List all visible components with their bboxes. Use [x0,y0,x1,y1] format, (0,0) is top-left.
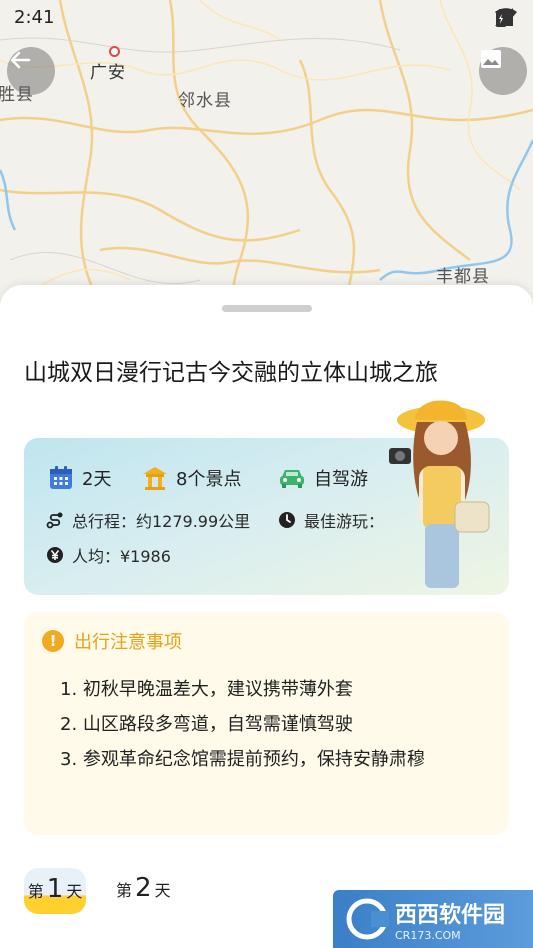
map-label-guangan: 广安 [90,63,126,83]
notice-heading: ! 出行注意事项 [42,628,182,654]
days-stat: 2天 [48,465,111,491]
map-view[interactable]: 2:41 广安 邻水县 丰都县 胜县 [0,0,533,320]
yen-icon [47,547,63,563]
warning-icon: ! [42,630,64,652]
traveler-illustration [389,400,490,588]
best-time-value: 最佳游玩： [304,512,385,531]
battery-icon [496,9,506,27]
trip-summary-card: 2天 8个景点 自驾游 总行程：约1279.99公里 最佳游玩： 人均：¥198… [24,400,509,595]
watermark-subtext: CR173.COM [395,928,461,942]
tab-day-number: 1 [46,874,64,904]
status-bar: 2:41 [0,0,533,36]
spots-stat: 8个景点 [142,465,241,491]
tab-day-number: 2 [135,873,152,903]
notice-item: 3. 参观革命纪念馆需提前预约，保持安静肃穆 [60,749,425,770]
tab-day-suffix: 天 [154,881,171,900]
mode-stat: 自驾游 [278,465,368,491]
days-value: 2天 [82,469,112,490]
spots-value: 8个景点 [176,469,242,490]
route-icon [46,512,63,529]
distance-value: 总行程：约1279.99公里 [72,512,251,531]
status-time: 2:41 [14,7,55,28]
map-label-linshui: 邻水县 [178,91,232,111]
gallery-button[interactable] [479,47,527,95]
logo-icon [346,898,389,940]
drag-handle[interactable] [222,305,312,312]
tab-day-suffix: 天 [66,882,83,901]
arrow-left-icon [10,51,31,69]
car-icon [280,470,304,488]
watermark-text: 西西软件园 [395,902,506,928]
notice-item: 1. 初秋早晚温差大，建议携带薄外套 [60,679,353,700]
cost-value: 人均：¥1986 [72,547,171,566]
map-label-fengdu: 丰都县 [436,267,490,287]
travel-notice-card: ! 出行注意事项 1. 初秋早晚温差大，建议携带薄外套 2. 山区路段多弯道，自… [24,612,509,835]
tab-day-1[interactable]: 第 1 天 [24,868,86,914]
notice-heading-text: 出行注意事项 [74,632,182,653]
watermark-logo: 西西软件园 CR173.COM [333,890,533,948]
cost-row: 人均：¥1986 [46,543,171,567]
calendar-icon [50,466,72,489]
temple-icon [143,467,167,490]
best-time-row: 最佳游玩： [278,508,384,532]
trip-detail-sheet[interactable]: 山城双日漫行记古今交融的立体山城之旅 2天 8个景点 自驾游 总行程：约1279… [0,285,533,948]
image-icon [481,50,501,68]
distance-row: 总行程：约1279.99公里 [46,508,250,532]
notice-item: 2. 山区路段多弯道，自驾需谨慎驾驶 [60,714,353,735]
map-label-left-edge: 胜县 [0,85,34,105]
mode-value: 自驾游 [314,469,368,490]
notice-list: 1. 初秋早晚温差大，建议携带薄外套 2. 山区路段多弯道，自驾需谨慎驾驶 3.… [60,672,480,777]
tab-day-prefix: 第 [27,882,44,901]
tab-day-prefix: 第 [116,881,133,900]
city-marker [109,46,120,57]
clock-icon [279,512,295,528]
tab-day-2[interactable]: 第 2 天 [116,873,171,903]
